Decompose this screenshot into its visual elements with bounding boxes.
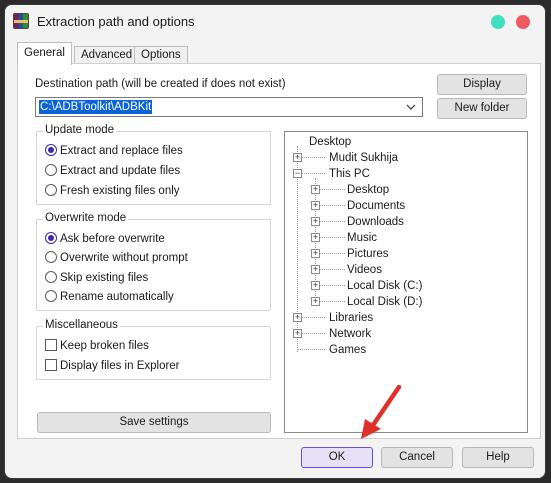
update-option-fresh[interactable]: Fresh existing files only bbox=[45, 184, 180, 200]
tab-advanced[interactable]: Advanced bbox=[74, 46, 140, 64]
window-title: Extraction path and options bbox=[37, 14, 195, 29]
expand-icon[interactable]: + bbox=[311, 201, 320, 210]
tree-item-libraries[interactable]: Libraries bbox=[329, 310, 373, 326]
expand-icon[interactable]: + bbox=[293, 313, 302, 322]
overwrite-option-noprompt[interactable]: Overwrite without prompt bbox=[45, 251, 188, 267]
radio-icon[interactable] bbox=[45, 184, 57, 196]
radio-icon[interactable] bbox=[45, 164, 57, 176]
expand-icon[interactable]: + bbox=[311, 217, 320, 226]
overwrite-option-ask[interactable]: Ask before overwrite bbox=[45, 232, 165, 248]
miscellaneous-title: Miscellaneous bbox=[43, 319, 120, 331]
expand-icon[interactable]: + bbox=[311, 233, 320, 242]
option-label: Fresh existing files only bbox=[60, 185, 180, 197]
destination-path-combo[interactable]: C:\ADBToolkit\ADBKit bbox=[35, 97, 423, 117]
radio-icon[interactable] bbox=[45, 144, 57, 156]
overwrite-option-rename[interactable]: Rename automatically bbox=[45, 290, 174, 306]
option-label: Rename automatically bbox=[60, 291, 174, 303]
destination-label: Destination path (will be created if doe… bbox=[35, 78, 286, 90]
title-bar: Extraction path and options bbox=[5, 5, 545, 37]
tab-options[interactable]: Options bbox=[134, 46, 188, 64]
checkbox-icon[interactable] bbox=[45, 359, 57, 371]
close-button[interactable] bbox=[516, 15, 530, 29]
tree-item-downloads[interactable]: Downloads bbox=[347, 214, 404, 230]
update-mode-group: Update mode Extract and replace files Ex… bbox=[36, 124, 271, 205]
keep-broken-files-option[interactable]: Keep broken files bbox=[45, 339, 149, 355]
update-option-update[interactable]: Extract and update files bbox=[45, 164, 180, 180]
tree-item-desktop[interactable]: Desktop bbox=[347, 182, 389, 198]
tree-item-network[interactable]: Network bbox=[329, 326, 371, 342]
update-option-replace[interactable]: Extract and replace files bbox=[45, 144, 183, 160]
tree-item-music[interactable]: Music bbox=[347, 230, 377, 246]
radio-icon[interactable] bbox=[45, 251, 57, 263]
maximize-button[interactable] bbox=[491, 15, 505, 29]
tree-item-this-pc[interactable]: This PC bbox=[329, 166, 370, 182]
display-in-explorer-option[interactable]: Display files in Explorer bbox=[45, 359, 180, 375]
tab-general[interactable]: General bbox=[17, 42, 72, 65]
winrar-icon bbox=[13, 13, 29, 29]
chevron-down-icon[interactable] bbox=[404, 99, 418, 115]
tree-item-local-disk-c[interactable]: Local Disk (C:) bbox=[347, 278, 422, 294]
tree-item-videos[interactable]: Videos bbox=[347, 262, 382, 278]
overwrite-option-skip[interactable]: Skip existing files bbox=[45, 271, 148, 287]
ok-button[interactable]: OK bbox=[301, 447, 373, 468]
extraction-dialog: Extraction path and options General Adva… bbox=[4, 4, 546, 479]
red-arrow-annotation-icon bbox=[361, 385, 402, 439]
miscellaneous-group: Miscellaneous Keep broken files Display … bbox=[36, 319, 271, 380]
destination-path-value[interactable]: C:\ADBToolkit\ADBKit bbox=[39, 100, 153, 114]
new-folder-button[interactable]: New folder bbox=[437, 98, 527, 119]
save-settings-button[interactable]: Save settings bbox=[37, 412, 271, 433]
expand-icon[interactable]: + bbox=[293, 329, 302, 338]
expand-icon[interactable]: + bbox=[293, 153, 302, 162]
expand-icon[interactable]: + bbox=[311, 297, 320, 306]
tree-item-mudit[interactable]: Mudit Sukhija bbox=[329, 150, 398, 166]
radio-icon[interactable] bbox=[45, 271, 57, 283]
expand-icon[interactable]: + bbox=[311, 281, 320, 290]
update-mode-title: Update mode bbox=[43, 124, 117, 136]
checkbox-icon[interactable] bbox=[45, 339, 57, 351]
expand-icon[interactable]: + bbox=[311, 265, 320, 274]
tree-item-pictures[interactable]: Pictures bbox=[347, 246, 389, 262]
overwrite-mode-title: Overwrite mode bbox=[43, 212, 129, 224]
option-label: Ask before overwrite bbox=[60, 233, 165, 245]
overwrite-mode-group: Overwrite mode Ask before overwrite Over… bbox=[36, 212, 271, 311]
option-label: Extract and replace files bbox=[60, 145, 183, 157]
option-label: Display files in Explorer bbox=[60, 360, 180, 372]
cancel-button[interactable]: Cancel bbox=[381, 447, 453, 468]
radio-icon[interactable] bbox=[45, 232, 57, 244]
option-label: Keep broken files bbox=[60, 340, 149, 352]
general-panel: Destination path (will be created if doe… bbox=[17, 63, 541, 439]
tree-root-desktop[interactable]: Desktop bbox=[309, 134, 351, 150]
tree-item-local-disk-d[interactable]: Local Disk (D:) bbox=[347, 294, 422, 310]
radio-icon[interactable] bbox=[45, 290, 57, 302]
expand-icon[interactable]: + bbox=[311, 185, 320, 194]
expand-icon[interactable]: + bbox=[311, 249, 320, 258]
option-label: Extract and update files bbox=[60, 165, 181, 177]
display-button[interactable]: Display bbox=[437, 74, 527, 95]
tree-item-games[interactable]: Games bbox=[329, 342, 366, 358]
tree-line bbox=[297, 349, 325, 350]
option-label: Overwrite without prompt bbox=[60, 252, 188, 264]
help-button[interactable]: Help bbox=[462, 447, 534, 468]
collapse-icon[interactable]: − bbox=[293, 169, 302, 178]
tree-item-documents[interactable]: Documents bbox=[347, 198, 405, 214]
option-label: Skip existing files bbox=[60, 272, 149, 284]
